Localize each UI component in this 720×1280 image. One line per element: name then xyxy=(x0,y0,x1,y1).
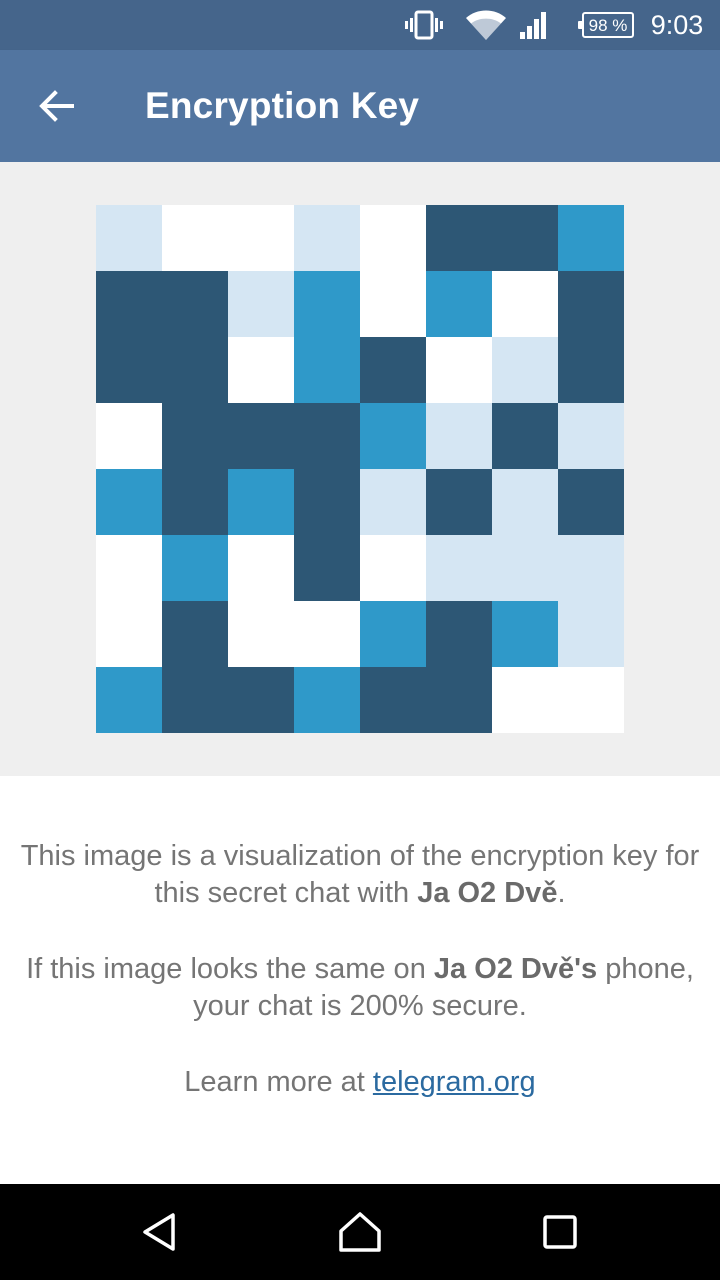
key-cell xyxy=(162,205,228,271)
key-cell xyxy=(162,535,228,601)
key-cell xyxy=(96,337,162,403)
nav-back-icon xyxy=(143,1213,175,1251)
key-cell xyxy=(162,667,228,733)
status-bar: 98 % 9:03 xyxy=(0,0,720,50)
key-cell xyxy=(294,535,360,601)
key-cell xyxy=(228,535,294,601)
key-cell xyxy=(294,601,360,667)
key-cell xyxy=(426,403,492,469)
key-cell xyxy=(96,403,162,469)
key-cell xyxy=(228,601,294,667)
key-cell xyxy=(294,667,360,733)
key-cell xyxy=(558,271,624,337)
key-cell xyxy=(96,601,162,667)
nav-back-button[interactable] xyxy=(112,1184,208,1280)
nav-recents-button[interactable] xyxy=(512,1184,608,1280)
info-text: This image is a visualization of the enc… xyxy=(20,838,700,1101)
key-cell xyxy=(426,601,492,667)
key-cell xyxy=(228,667,294,733)
back-button[interactable] xyxy=(16,66,96,146)
key-cell xyxy=(558,469,624,535)
key-cell xyxy=(492,337,558,403)
wifi-icon xyxy=(464,0,508,50)
key-cell xyxy=(426,271,492,337)
key-cell xyxy=(228,469,294,535)
key-cell xyxy=(294,403,360,469)
contact-name-possessive: Ja O2 Dvě's xyxy=(433,953,598,985)
key-cell xyxy=(96,271,162,337)
key-cell xyxy=(492,469,558,535)
key-cell xyxy=(360,271,426,337)
key-cell xyxy=(162,469,228,535)
vibrate-icon xyxy=(404,0,444,50)
key-cell xyxy=(294,337,360,403)
key-cell xyxy=(360,205,426,271)
key-cell xyxy=(558,337,624,403)
key-cell xyxy=(360,469,426,535)
key-cell xyxy=(96,535,162,601)
key-cell xyxy=(492,403,558,469)
arrow-back-icon xyxy=(39,90,74,122)
key-cell xyxy=(360,403,426,469)
battery-icon: 98 % xyxy=(578,0,638,50)
key-cell xyxy=(360,337,426,403)
key-cell xyxy=(492,601,558,667)
key-cell xyxy=(426,337,492,403)
key-cell xyxy=(162,271,228,337)
key-cell xyxy=(228,271,294,337)
key-cell xyxy=(162,337,228,403)
key-cell xyxy=(558,205,624,271)
key-cell xyxy=(492,535,558,601)
screen: 98 % 9:03 Encryption Key This image is a… xyxy=(0,0,720,1280)
key-cell xyxy=(360,535,426,601)
key-cell xyxy=(426,535,492,601)
key-cell xyxy=(558,667,624,733)
info-paragraph-2: If this image looks the same on Ja O2 Dv… xyxy=(26,953,694,1022)
key-cell xyxy=(558,535,624,601)
toolbar: Encryption Key xyxy=(0,50,720,162)
page-title: Encryption Key xyxy=(145,85,420,126)
key-cell xyxy=(228,337,294,403)
key-cell xyxy=(294,469,360,535)
contact-name: Ja O2 Dvě xyxy=(417,877,558,909)
key-cell xyxy=(294,271,360,337)
nav-bar xyxy=(0,1184,720,1280)
key-cell xyxy=(228,403,294,469)
nav-home-button[interactable] xyxy=(312,1184,408,1280)
key-cell xyxy=(162,601,228,667)
status-time: 9:03 xyxy=(650,9,704,40)
info-paragraph-1: This image is a visualization of the enc… xyxy=(20,840,700,909)
key-area xyxy=(0,162,720,776)
key-cell xyxy=(492,667,558,733)
nav-recents-icon xyxy=(543,1215,577,1249)
key-cell xyxy=(426,469,492,535)
key-cell xyxy=(228,205,294,271)
key-cell xyxy=(492,271,558,337)
key-cell xyxy=(558,601,624,667)
key-cell xyxy=(558,403,624,469)
key-cell xyxy=(96,205,162,271)
key-cell xyxy=(294,205,360,271)
key-cell xyxy=(96,667,162,733)
key-cell xyxy=(426,667,492,733)
signal-icon xyxy=(516,0,552,50)
nav-home-icon xyxy=(339,1212,381,1252)
key-cell xyxy=(360,601,426,667)
key-cell xyxy=(360,667,426,733)
key-cell xyxy=(96,469,162,535)
battery-percent: 98 % xyxy=(588,15,628,35)
info-paragraph-3: Learn more at telegram.org xyxy=(184,1066,536,1098)
encryption-key-image xyxy=(96,205,624,733)
key-cell xyxy=(426,205,492,271)
key-cell xyxy=(492,205,558,271)
key-cell xyxy=(162,403,228,469)
telegram-link[interactable]: telegram.org xyxy=(373,1066,536,1098)
